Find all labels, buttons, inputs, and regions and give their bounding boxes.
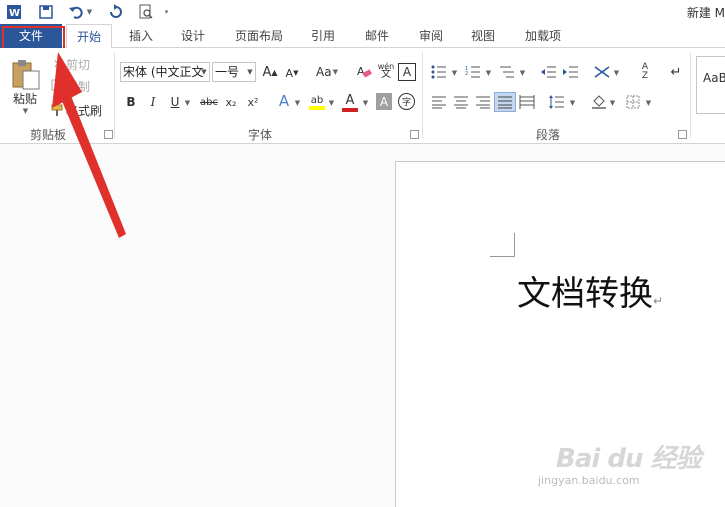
annotation-arrow-icon [52,52,126,238]
watermark-brand: Bai du 经验 [556,444,701,474]
baidu-watermark: Bai du 经验 jingyan.baidu.com [538,438,701,487]
watermark-site: jingyan.baidu.com [538,474,640,487]
